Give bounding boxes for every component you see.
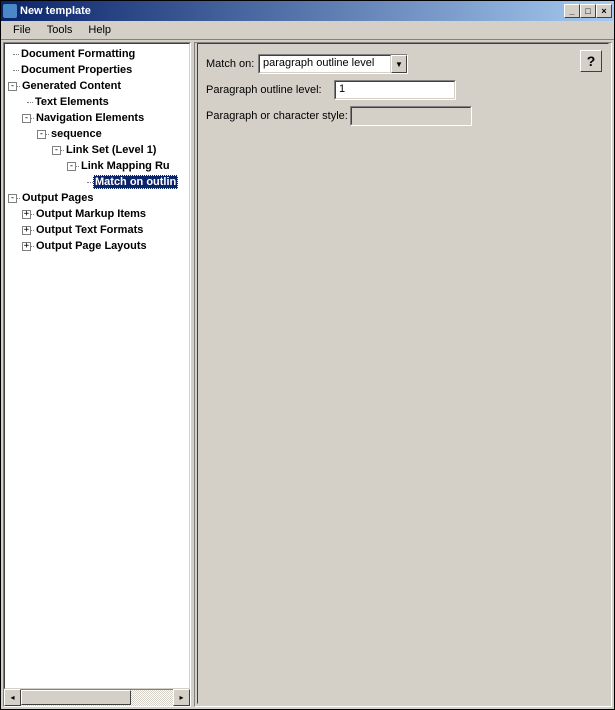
tree-item-doc-formatting[interactable]: Document Formatting <box>5 46 189 62</box>
window-title: New template <box>20 5 564 17</box>
tree-item-link-set[interactable]: - Link Set (Level 1) <box>5 142 189 158</box>
label-paragraph-character-style: Paragraph or character style: <box>206 110 350 122</box>
expand-icon[interactable]: + <box>22 242 31 251</box>
menu-help[interactable]: Help <box>80 22 119 38</box>
input-paragraph-character-style <box>350 106 472 126</box>
maximize-button[interactable]: □ <box>580 4 596 18</box>
tree-item-link-mapping[interactable]: - Link Mapping Ru <box>5 158 189 174</box>
menu-file[interactable]: File <box>5 22 39 38</box>
label-match-on: Match on: <box>206 58 258 70</box>
combo-match-on-value: paragraph outline level <box>259 55 391 73</box>
scroll-left-button[interactable]: ◂ <box>4 689 21 706</box>
tree-horizontal-scrollbar[interactable]: ◂ ▸ <box>4 689 190 706</box>
body: Document Formatting Document Properties … <box>1 40 614 709</box>
menu-tools[interactable]: Tools <box>39 22 81 38</box>
collapse-icon[interactable]: - <box>37 130 46 139</box>
collapse-icon[interactable]: - <box>8 82 17 91</box>
collapse-icon[interactable]: - <box>8 194 17 203</box>
close-button[interactable]: × <box>596 4 612 18</box>
tree-item-output-text-formats[interactable]: + Output Text Formats <box>5 222 189 238</box>
content-panel: ? Match on: paragraph outline level ▼ Pa… <box>194 42 612 707</box>
tree-panel: Document Formatting Document Properties … <box>3 42 191 707</box>
scroll-right-button[interactable]: ▸ <box>173 689 190 706</box>
row-match-on: Match on: paragraph outline level ▼ <box>206 54 600 74</box>
help-button[interactable]: ? <box>580 50 602 72</box>
minimize-button[interactable]: _ <box>564 4 580 18</box>
tree-item-sequence[interactable]: - sequence <box>5 126 189 142</box>
collapse-icon[interactable]: - <box>67 162 76 171</box>
app-icon <box>3 4 17 18</box>
tree-item-generated-content[interactable]: - Generated Content <box>5 78 189 94</box>
app-window: New template _ □ × File Tools Help Docum… <box>0 0 615 710</box>
tree: Document Formatting Document Properties … <box>4 43 190 689</box>
tree-item-doc-properties[interactable]: Document Properties <box>5 62 189 78</box>
window-controls: _ □ × <box>564 4 612 18</box>
row-paragraph-character-style: Paragraph or character style: <box>206 106 600 126</box>
tree-item-output-pages[interactable]: - Output Pages <box>5 190 189 206</box>
scroll-track[interactable] <box>21 689 173 706</box>
expand-icon[interactable]: + <box>22 210 31 219</box>
tree-item-match-outline[interactable]: Match on outlin <box>5 174 189 190</box>
tree-item-output-markup[interactable]: + Output Markup Items <box>5 206 189 222</box>
menubar: File Tools Help <box>1 21 614 40</box>
label-paragraph-outline-level: Paragraph outline level: <box>206 84 334 96</box>
scroll-thumb[interactable] <box>21 690 131 705</box>
chevron-down-icon[interactable]: ▼ <box>391 55 407 73</box>
expand-icon[interactable]: + <box>22 226 31 235</box>
tree-item-selected: Match on outlin <box>93 175 178 189</box>
tree-item-nav-elements[interactable]: - Navigation Elements <box>5 110 189 126</box>
tree-item-text-elements[interactable]: Text Elements <box>5 94 189 110</box>
collapse-icon[interactable]: - <box>52 146 61 155</box>
input-paragraph-outline-level[interactable]: 1 <box>334 80 456 100</box>
combo-match-on[interactable]: paragraph outline level ▼ <box>258 54 408 74</box>
tree-item-output-page-layouts[interactable]: + Output Page Layouts <box>5 238 189 254</box>
collapse-icon[interactable]: - <box>22 114 31 123</box>
row-paragraph-outline-level: Paragraph outline level: 1 <box>206 80 600 100</box>
titlebar: New template _ □ × <box>1 1 614 21</box>
form-area: ? Match on: paragraph outline level ▼ Pa… <box>197 43 609 704</box>
